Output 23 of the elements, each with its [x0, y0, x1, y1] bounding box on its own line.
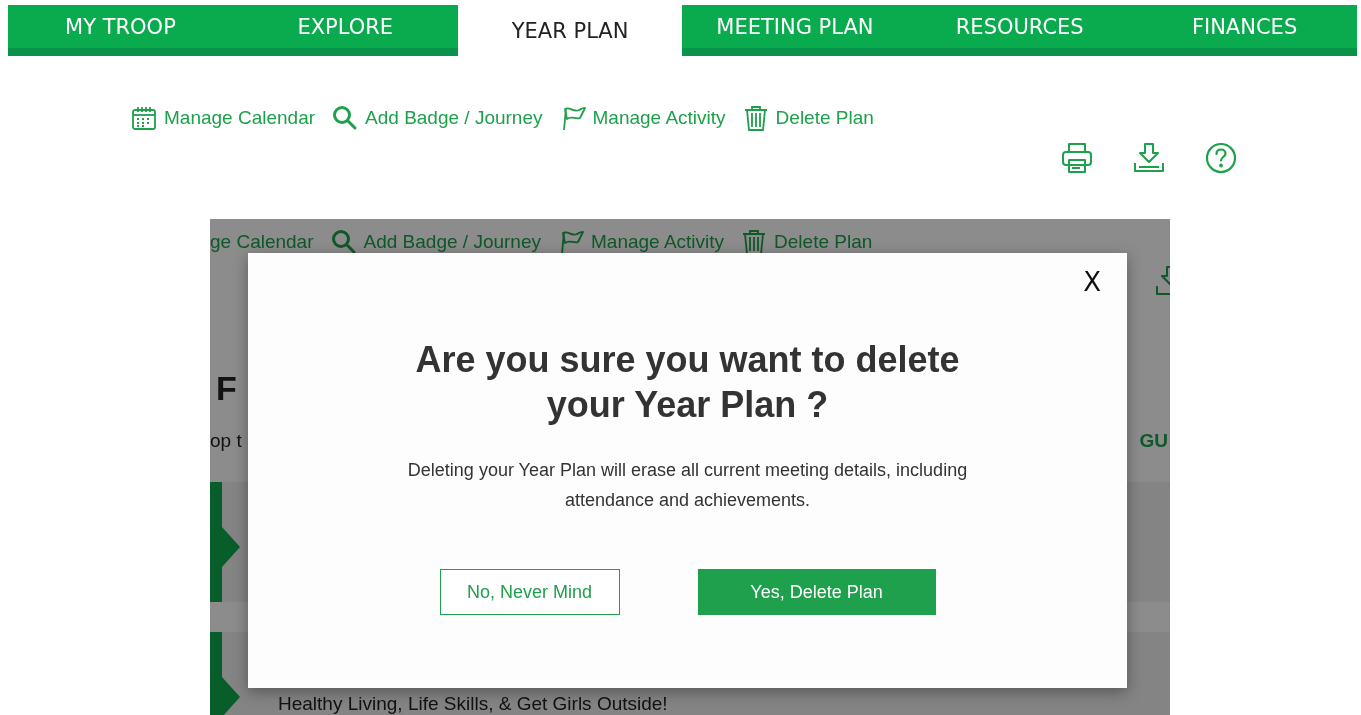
toolbar-link[interactable]: Add Badge / Journey — [365, 107, 543, 129]
toolbar-link[interactable]: Manage Activity — [592, 107, 726, 129]
help-icon[interactable] — [1204, 141, 1238, 175]
meeting-description: Healthy Living, Life Skills, & Get Girls Outside! — [278, 693, 668, 715]
nav-tab[interactable]: RESOURCES — [907, 5, 1133, 48]
close-button[interactable]: X — [1079, 267, 1105, 297]
search-icon — [329, 228, 358, 256]
calendar-icon — [130, 104, 158, 132]
download-icon[interactable] — [1132, 141, 1166, 175]
nav-tab[interactable]: MY TROOP — [8, 5, 233, 48]
delete-button[interactable]: Yes, Delete Plan — [697, 569, 936, 615]
page-subtitle: op t — [210, 430, 242, 452]
dialog-title: Are you sure you want to delete your Year Plan ? — [414, 338, 961, 427]
dialog-message: Deleting your Year Plan will erase all current meeting details, including attendance and achievements. — [406, 459, 969, 512]
nav-tab[interactable]: EXPLORE — [232, 5, 458, 48]
print-icon[interactable] — [1060, 141, 1094, 175]
page-heading: F — [216, 369, 237, 408]
nav-tab[interactable]: FINANCES — [1132, 5, 1357, 48]
nav-tab[interactable]: MEETING PLAN — [682, 5, 908, 48]
nav-tab[interactable]: YEAR PLAN — [457, 5, 683, 56]
cancel-button[interactable]: No, Never Mind — [439, 569, 620, 615]
toolbar-link[interactable]: Delete Plan — [775, 107, 874, 129]
toolbar-link[interactable]: Manage Calendar — [164, 107, 316, 129]
